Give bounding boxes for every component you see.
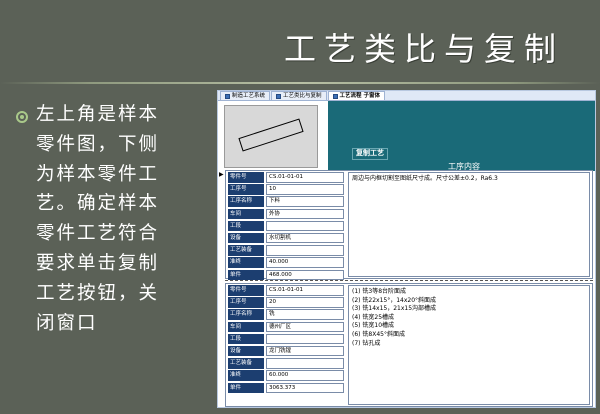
sample-part-image [224,105,318,168]
record-selector-icon[interactable]: ▶ [219,171,224,179]
field-label: 工段 [228,333,264,345]
field-label: 车间 [228,208,264,220]
operation-number-field[interactable]: 20 [266,297,344,308]
unit-time-field[interactable]: 3063.373 [266,382,344,393]
bullet-text: 左上角是样本零件图，下侧为样本零件工艺。确定样本零件工艺符合要求单击复制工艺按钮… [36,104,160,334]
tab-manufacturing-system[interactable]: 制造工艺系统 [220,91,271,100]
unit-time-field[interactable]: 468.000 [266,269,344,280]
field-label: 工序名称 [228,309,264,320]
process-record: 零件号 CS.01-01-01 工序号 10 工序名称 下料 车间 外协 工段 设备 水切… [225,170,593,282]
setup-time-field[interactable]: 60.000 [266,370,344,381]
operation-name-field[interactable]: 下料 [266,196,344,207]
setup-time-field[interactable]: 40.000 [266,257,344,268]
title-divider [0,82,600,84]
app-window: 制造工艺系统 工艺类比与复制 工艺流程 子窗体 复制工艺 工序内容 ▶ 零件号 C… [217,90,596,408]
tooling-field[interactable] [266,358,344,369]
field-list: 零件号 CS.01-01-01 工序号 20 工序名称铣 车间 德州厂区 工段 设备龙… [228,285,344,395]
workshop-field[interactable]: 德州厂区 [266,321,344,333]
field-label: 工序号 [228,297,264,308]
field-label: 准终 [228,370,264,381]
record-divider [225,280,593,281]
field-label: 车间 [228,321,264,333]
form-icon [332,93,338,99]
slide-title: 工艺类比与复制 [283,30,564,68]
operation-number-field[interactable]: 10 [266,184,344,195]
tab-label: 制造工艺系统 [232,93,266,99]
tab-label: 工艺类比与复制 [283,93,322,99]
field-label: 单件 [228,382,264,393]
tab-label: 工艺流程 子窗体 [339,93,380,99]
workshop-field[interactable]: 外协 [266,208,344,220]
process-record: 零件号 CS.01-01-01 工序号 20 工序名称铣 车间 德州厂区 工段 设备龙… [225,283,593,407]
section-field[interactable] [266,333,344,345]
header-area: 复制工艺 工序内容 [218,101,595,171]
process-content-textarea[interactable]: (1) 铣3等8台阶面成 (2) 铣22x15°，14x20°斜面成 (3) 铣… [348,285,590,405]
field-label: 单件 [228,269,264,280]
field-label: 工艺装备 [228,358,264,369]
equipment-field[interactable]: 水切割机 [266,232,344,244]
tab-analogy-copy[interactable]: 工艺类比与复制 [271,91,327,100]
field-list: 零件号 CS.01-01-01 工序号 10 工序名称 下料 车间 外协 工段 设备 水切… [228,172,344,282]
part-drawing-shape [238,118,304,152]
field-label: 准终 [228,257,264,268]
section-field[interactable] [266,220,344,232]
tab-bar: 制造工艺系统 工艺类比与复制 工艺流程 子窗体 [218,91,595,101]
field-label: 工序名称 [228,196,264,207]
operation-name-field[interactable]: 铣 [266,309,344,320]
field-label: 零件号 [228,172,264,183]
field-label: 零件号 [228,285,264,296]
tooling-field[interactable] [266,245,344,256]
field-label: 设备 [228,232,264,244]
equipment-field[interactable]: 龙门铣镗 [266,345,344,357]
field-label: 设备 [228,345,264,357]
bullet-circle-icon [16,111,28,123]
field-label: 工序号 [228,184,264,195]
form-icon [225,93,230,99]
form-icon [276,93,282,99]
part-number-field[interactable]: CS.01-01-01 [266,285,344,296]
part-number-field[interactable]: CS.01-01-01 [266,172,344,183]
copy-process-button[interactable]: 复制工艺 [352,148,388,160]
tab-process-subform[interactable]: 工艺流程 子窗体 [327,91,385,100]
field-label: 工艺装备 [228,245,264,256]
field-label: 工段 [228,220,264,232]
process-content-textarea[interactable]: 周边与内框切割至图纸尺寸成。尺寸公差±0.2，Ra6.3 [348,172,590,277]
